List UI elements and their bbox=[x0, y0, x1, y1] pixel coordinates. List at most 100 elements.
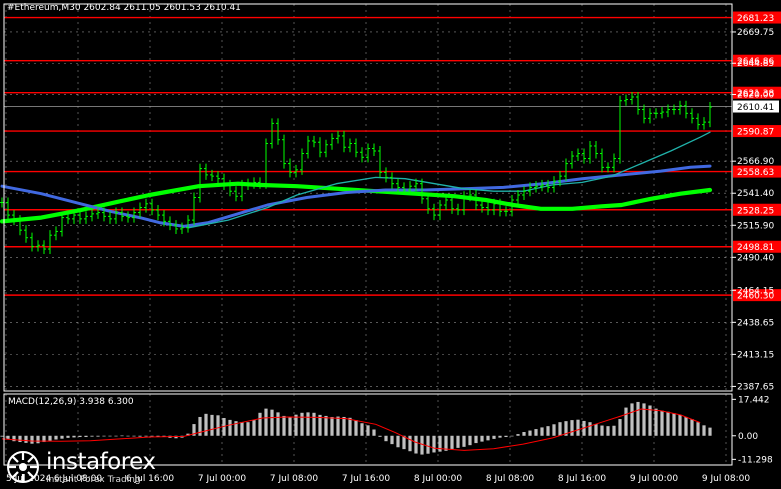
macd-histogram-bar bbox=[612, 425, 616, 436]
macd-histogram-bar bbox=[48, 435, 52, 441]
macd-histogram-bar bbox=[450, 435, 454, 449]
logo-tagline: Instant Forex Trading bbox=[46, 475, 141, 485]
macd-histogram-bar bbox=[474, 435, 478, 444]
level-label: 2498.81 bbox=[737, 243, 774, 253]
macd-label: MACD(12,26,9) 3.938 6.300 bbox=[8, 397, 134, 407]
chart-canvas: 2681.232646.862621.382590.872558.632528.… bbox=[0, 3, 781, 484]
macd-histogram-bar bbox=[684, 416, 688, 436]
macd-histogram-bar bbox=[486, 435, 490, 441]
macd-histogram-bar bbox=[108, 435, 112, 437]
macd-histogram-bar bbox=[204, 413, 208, 436]
macd-histogram-bar bbox=[312, 412, 316, 436]
macd-histogram-bar bbox=[708, 427, 712, 436]
x-tick-label: 9 Jul 08:00 bbox=[702, 474, 751, 484]
macd-histogram-bar bbox=[120, 435, 124, 437]
macd-histogram-bar bbox=[132, 435, 136, 437]
y-tick-label: 2387.65 bbox=[737, 382, 774, 392]
macd-histogram-bar bbox=[390, 435, 394, 445]
y-tick-label: 2566.90 bbox=[737, 157, 774, 167]
macd-histogram-bar bbox=[528, 430, 532, 436]
macd-histogram-bar bbox=[540, 427, 544, 436]
macd-histogram-bar bbox=[342, 416, 346, 436]
macd-histogram-bar bbox=[336, 416, 340, 436]
price-series bbox=[0, 91, 713, 255]
macd-histogram-bar bbox=[408, 435, 412, 452]
macd-histogram-bar bbox=[492, 435, 496, 439]
macd-histogram-bar bbox=[258, 412, 262, 436]
macd-histogram-bar bbox=[150, 435, 154, 437]
macd-histogram-bar bbox=[372, 429, 376, 436]
macd-histogram-bar bbox=[54, 435, 58, 440]
y-tick-label: 2541.40 bbox=[737, 189, 774, 199]
macd-histogram-bar bbox=[426, 435, 430, 454]
macd-y-tick-label: 0.00 bbox=[738, 432, 758, 442]
current-price-label: 2610.41 bbox=[737, 103, 774, 113]
macd-histogram-bar bbox=[0, 435, 4, 437]
macd-histogram-bar bbox=[576, 419, 580, 436]
axes: 2669.75 2644.85 2620.00 2566.90 2541.40 2515.… bbox=[3, 3, 774, 484]
macd-histogram-bar bbox=[660, 410, 664, 436]
x-tick-label: 8 Jul 08:00 bbox=[486, 474, 535, 484]
grid bbox=[4, 4, 732, 465]
ma-fast-line bbox=[188, 131, 711, 229]
level-label: 2590.87 bbox=[737, 128, 774, 138]
macd-histogram-bar bbox=[90, 435, 94, 437]
macd-histogram-bar bbox=[12, 435, 16, 442]
ma-slow-line bbox=[0, 181, 713, 224]
macd-histogram-bar bbox=[66, 435, 70, 438]
macd-histogram-bar bbox=[102, 435, 106, 437]
macd-histogram-bar bbox=[366, 425, 370, 436]
y-tick-label: 2515.90 bbox=[737, 221, 774, 231]
macd-histogram-bar bbox=[30, 435, 34, 444]
macd-histogram-bar bbox=[702, 425, 706, 436]
macd-histogram-bar bbox=[516, 434, 520, 436]
macd-y-tick-label: -11.298 bbox=[738, 455, 773, 465]
macd-histogram-bar bbox=[210, 414, 214, 436]
macd-histogram-bar bbox=[240, 421, 244, 436]
macd-histogram-bar bbox=[672, 413, 676, 436]
macd-histogram-bar bbox=[630, 403, 634, 436]
macd-histogram-bar bbox=[60, 435, 64, 439]
macd-histogram-bar bbox=[414, 435, 418, 454]
macd-histogram-bar bbox=[348, 417, 352, 436]
macd-histogram-bar bbox=[276, 412, 280, 436]
macd-histogram-bar bbox=[84, 435, 88, 438]
macd-histogram-bar bbox=[510, 435, 514, 437]
macd-histogram-bar bbox=[114, 435, 118, 437]
instaforex-logo-icon bbox=[7, 451, 39, 483]
macd-histogram-bar bbox=[330, 416, 334, 436]
support-resistance-levels: 2681.232646.862621.382590.872558.632528.… bbox=[4, 11, 781, 302]
macd-histogram-bar bbox=[552, 424, 556, 436]
level-label: 2681.23 bbox=[737, 14, 774, 24]
macd-histogram-bar bbox=[636, 401, 640, 436]
level-label: 2528.25 bbox=[737, 206, 774, 216]
macd-histogram-bar bbox=[354, 420, 358, 436]
macd-histogram-bar bbox=[678, 414, 682, 436]
macd-y-tick-label: 17.442 bbox=[738, 395, 770, 405]
macd-histogram-bar bbox=[96, 435, 100, 437]
macd-histogram-bar bbox=[642, 403, 646, 436]
macd-histogram-bar bbox=[282, 415, 286, 436]
macd-histogram-bar bbox=[396, 435, 400, 448]
macd-histogram-bar bbox=[456, 435, 460, 448]
macd-histogram-bar bbox=[420, 435, 424, 455]
macd-histogram-bar bbox=[72, 435, 76, 438]
macd-histogram-bar bbox=[606, 426, 610, 436]
macd-histogram-bar bbox=[78, 435, 82, 438]
macd-histogram-bar bbox=[144, 435, 148, 437]
macd-histogram-bar bbox=[24, 435, 28, 443]
macd-histogram-bar bbox=[498, 435, 502, 438]
macd-histogram-bar bbox=[468, 435, 472, 446]
y-tick-label: 2620.00 bbox=[737, 90, 774, 100]
macd-histogram-bar bbox=[696, 422, 700, 436]
macd-histogram-bar bbox=[300, 412, 304, 436]
macd-histogram-bar bbox=[480, 435, 484, 442]
macd-histogram-bar bbox=[594, 424, 598, 436]
x-tick-label: 8 Jul 16:00 bbox=[558, 474, 607, 484]
x-tick-label: 8 Jul 00:00 bbox=[414, 474, 463, 484]
macd-histogram-bar bbox=[36, 435, 40, 444]
x-tick-label: 7 Jul 08:00 bbox=[270, 474, 319, 484]
macd-histogram-bar bbox=[618, 419, 622, 436]
macd-histogram-bar bbox=[570, 420, 574, 436]
macd-histogram-bar bbox=[690, 419, 694, 436]
